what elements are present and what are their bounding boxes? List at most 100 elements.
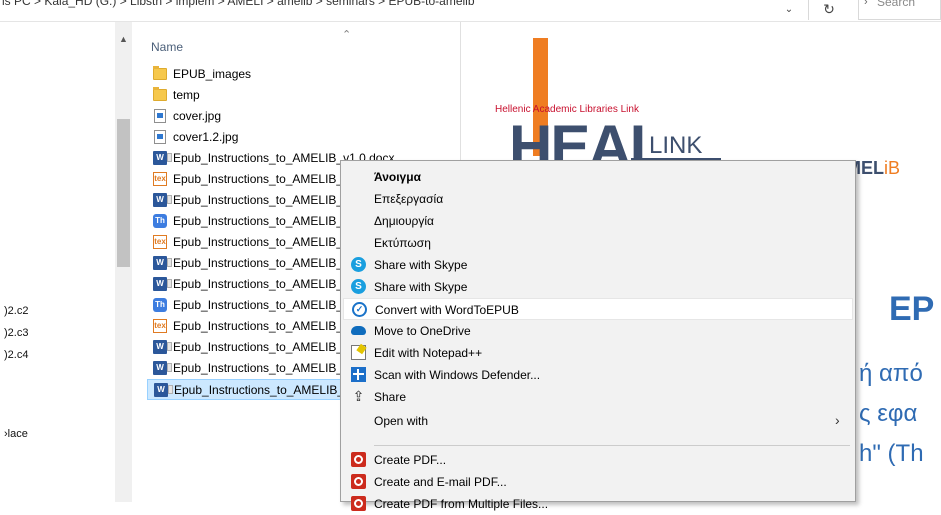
tex-file-icon: tex xyxy=(153,319,167,333)
menu-item-label: Move to OneDrive xyxy=(374,324,471,338)
document-text-line: ή από xyxy=(859,360,923,387)
file-name: Epub_Instructions_to_AMELIB_v xyxy=(173,214,350,228)
menu-item-edit[interactable]: Επεξεργασία xyxy=(343,188,853,210)
link-logo-text: LINK xyxy=(649,132,703,159)
file-name: Epub_Instructions_to_AMELIB_v xyxy=(173,340,350,354)
file-name: cover1.2.jpg xyxy=(173,130,239,144)
menu-item-label: Share with Skype xyxy=(374,280,468,294)
menu-item-create-and-email-pdf[interactable]: Create and E-mail PDF... xyxy=(343,471,853,493)
folder-icon xyxy=(153,66,167,80)
menu-item-label: Share with Skype xyxy=(374,258,468,272)
chevron-down-icon[interactable]: ⌄ xyxy=(779,1,799,19)
menu-item-print[interactable]: Εκτύπωση xyxy=(343,232,853,254)
menu-item-open-with[interactable]: Open with › xyxy=(343,410,853,432)
skype-icon: S xyxy=(351,279,366,294)
address-divider xyxy=(808,0,809,20)
acrobat-pdf-icon xyxy=(351,496,366,511)
menu-item-label: Edit with Notepad++ xyxy=(374,346,483,360)
docx-file-icon: W xyxy=(154,383,173,397)
file-name: Epub_Instructions_to_AMELIB_v xyxy=(173,172,350,186)
menu-item-label: Create and E-mail PDF... xyxy=(374,475,507,489)
menu-separator xyxy=(374,445,850,446)
menu-item-create-pdf[interactable]: Create PDF... xyxy=(343,449,853,471)
menu-item-label: Δημιουργία xyxy=(374,214,434,228)
share-icon: ⇪ xyxy=(352,388,365,404)
context-menu: Άνοιγμα Επεξεργασία Δημιουργία Εκτύπωση … xyxy=(340,160,856,511)
menu-item-label: Scan with Windows Defender... xyxy=(374,368,541,382)
th-file-icon: Th xyxy=(153,214,167,228)
menu-item-share[interactable]: ⇪ Share xyxy=(343,386,853,408)
menu-item-convert-with-wordtoepub[interactable]: ✓ Convert with WordToEPUB xyxy=(343,298,853,320)
navigation-pane: )2.c2 )2.c3 )2.c4 ›lace xyxy=(0,22,115,502)
file-name: cover.jpg xyxy=(173,109,222,123)
file-name: Epub_Instructions_to_AMELIB_v xyxy=(173,277,350,291)
file-name: EPUB_images xyxy=(173,67,252,81)
file-row[interactable]: temp xyxy=(147,85,457,106)
acrobat-pdf-icon xyxy=(351,452,366,467)
menu-item-label: Convert with WordToEPUB xyxy=(375,303,519,317)
menu-item-label: Open with xyxy=(374,414,429,428)
menu-item-share-with-skype[interactable]: S Share with Skype xyxy=(343,254,853,276)
menu-item-label: Άνοιγμα xyxy=(374,170,421,184)
document-heading: EP xyxy=(889,290,935,328)
menu-item-scan-with-defender[interactable]: Scan with Windows Defender... xyxy=(343,364,853,386)
nav-item[interactable]: )2.c2 xyxy=(4,305,28,317)
nav-item[interactable]: )2.c4 xyxy=(4,349,28,361)
chevron-right-icon: › xyxy=(835,412,840,428)
notepad-plus-plus-icon xyxy=(351,345,366,360)
docx-file-icon: W xyxy=(153,340,172,354)
file-name: Epub_Instructions_to_AMELIB_v xyxy=(173,298,350,312)
search-placeholder: Search xyxy=(877,0,916,9)
file-row[interactable]: EPUB_images xyxy=(147,64,457,85)
folder-icon xyxy=(153,87,167,101)
amelib-logo-suffix: iB xyxy=(884,158,901,178)
th-file-icon: Th xyxy=(153,298,167,312)
menu-item-label: Επεξεργασία xyxy=(374,192,444,206)
file-name: Epub_Instructions_to_AMELIB_v xyxy=(173,256,350,270)
onedrive-icon xyxy=(351,326,366,335)
menu-item-new[interactable]: Δημιουργία xyxy=(343,210,853,232)
docx-file-icon: W xyxy=(153,277,172,291)
menu-item-share-with-skype[interactable]: S Share with Skype xyxy=(343,276,853,298)
refresh-icon[interactable]: ↻ xyxy=(818,1,840,19)
menu-item-create-pdf-multiple[interactable]: Create PDF from Multiple Files... xyxy=(343,493,853,515)
menu-item-label: Share xyxy=(374,390,407,404)
nav-item[interactable]: ›lace xyxy=(4,428,28,440)
docx-file-icon: W xyxy=(153,361,172,375)
file-name: Epub_Instructions_to_AMELIB_v xyxy=(173,361,350,375)
search-input[interactable]: › Search xyxy=(858,0,941,20)
file-row[interactable]: cover1.2.jpg xyxy=(147,127,457,148)
file-name: temp xyxy=(173,88,200,102)
menu-item-label: Create PDF... xyxy=(374,453,447,467)
tex-file-icon: tex xyxy=(153,235,167,249)
sort-chevron-up-icon[interactable]: ⌃ xyxy=(342,28,351,41)
skype-icon: S xyxy=(351,257,366,272)
column-header-name[interactable]: Name xyxy=(151,40,183,54)
address-bar[interactable]: is PC > Kala_HD (G:) > Libsth > implem >… xyxy=(0,0,941,22)
tex-file-icon: tex xyxy=(153,172,167,186)
file-name: Epub_Instructions_to_AMELIB_v xyxy=(174,383,351,397)
file-name: Epub_Instructions_to_AMELIB_v xyxy=(173,235,350,249)
scroll-up-arrow-icon[interactable]: ▲ xyxy=(115,32,132,46)
nav-item[interactable]: )2.c3 xyxy=(4,327,28,339)
acrobat-pdf-icon xyxy=(351,474,366,489)
file-row[interactable]: cover.jpg xyxy=(147,106,457,127)
docx-file-icon: W xyxy=(153,256,172,270)
scrollbar[interactable]: ▲ xyxy=(115,22,132,502)
jpg-file-icon xyxy=(154,130,166,144)
scroll-thumb[interactable] xyxy=(117,119,130,267)
menu-item-label: Create PDF from Multiple Files... xyxy=(374,497,549,511)
document-text-line: ς εφα xyxy=(859,400,918,427)
windows-defender-icon xyxy=(351,367,366,382)
search-arrow-icon: › xyxy=(864,0,868,8)
document-text-line: h" (Th xyxy=(859,440,924,467)
docx-file-icon: W xyxy=(153,193,172,207)
menu-item-move-to-onedrive[interactable]: Move to OneDrive xyxy=(343,320,853,342)
file-name: Epub_Instructions_to_AMELIB_v xyxy=(173,319,350,333)
file-name: Epub_Instructions_to_AMELIB_v xyxy=(173,193,350,207)
menu-item-open[interactable]: Άνοιγμα xyxy=(343,166,853,188)
docx-file-icon: W xyxy=(153,151,172,165)
jpg-file-icon xyxy=(154,109,166,123)
breadcrumb[interactable]: is PC > Kala_HD (G:) > Libsth > implem >… xyxy=(2,0,475,8)
menu-item-edit-with-notepad[interactable]: Edit with Notepad++ xyxy=(343,342,853,364)
